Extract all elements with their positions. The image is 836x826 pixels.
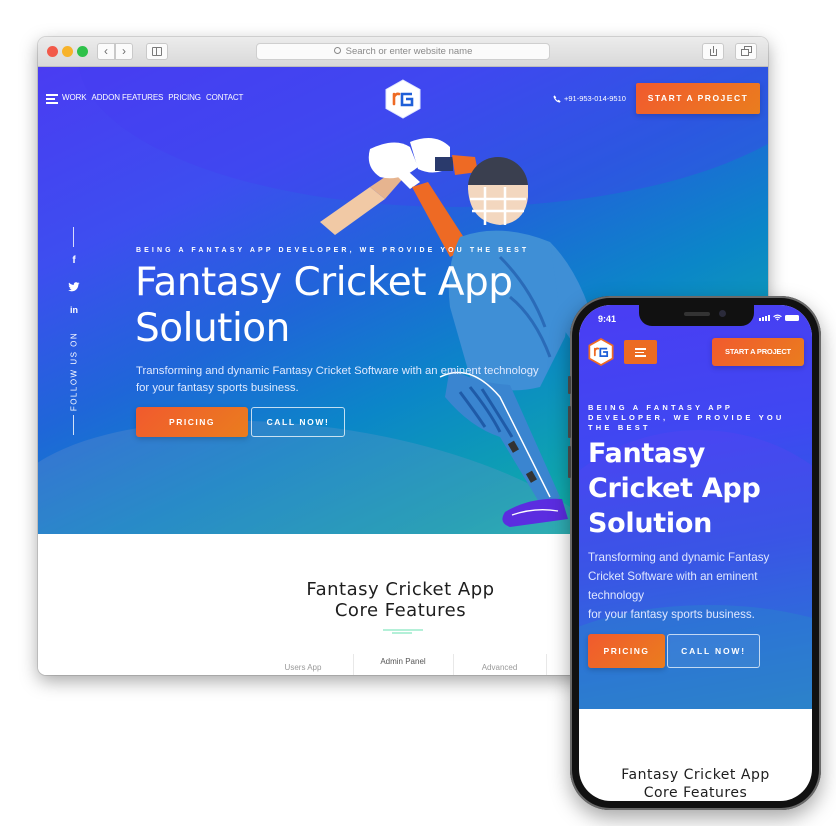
features-title-line: Core Features [334, 600, 467, 621]
title-underline [392, 632, 412, 634]
hero-headline-line: Cricket App [588, 473, 761, 504]
pricing-button[interactable]: PRICING [136, 407, 248, 437]
hero-eyebrow: BEING A FANTASY APP DEVELOPER, WE PROVID… [588, 403, 785, 432]
call-now-button[interactable]: CALL NOW! [251, 407, 345, 437]
address-bar[interactable]: Search or enter website name [256, 43, 550, 60]
features-title-line: Core Features [643, 785, 748, 801]
hero-subtext-line: Transforming and dynamic Fantasy Cricket… [136, 365, 539, 377]
divider [73, 415, 74, 435]
mobile-hero-section: 9:41 START A PROJECT BEING A FANTASY APP… [579, 305, 812, 709]
minimize-window-button[interactable] [62, 46, 73, 57]
hero-headline: Fantasy Cricket App Solution [588, 436, 761, 541]
hero-subtext: Transforming and dynamic Fantasy Cricket… [136, 363, 556, 397]
sidebar-toggle-button[interactable] [146, 43, 168, 60]
chevron-left-icon: ‹ [104, 44, 108, 58]
phone-link[interactable]: +91-953-014-9510 [553, 94, 626, 103]
nav-item-pricing[interactable]: PRICING [168, 93, 201, 102]
sidebar-icon [152, 47, 162, 56]
chevron-right-icon: › [122, 44, 126, 58]
features-title-line: Fantasy Cricket App [306, 579, 495, 600]
hero-headline-line: Fantasy Cricket App [135, 260, 513, 305]
phone-volume-up [568, 406, 571, 438]
tab-advanced[interactable]: Advanced [453, 663, 546, 675]
hero-headline-line: Solution [588, 508, 713, 539]
mockup-stage: ‹ › Search or enter website name WORK AD… [0, 0, 836, 826]
back-button[interactable]: ‹ [97, 43, 115, 60]
tab-users-app[interactable]: Users App [253, 663, 353, 675]
close-window-button[interactable] [47, 46, 58, 57]
pricing-button[interactable]: PRICING [588, 634, 665, 668]
mobile-menu-button[interactable] [624, 340, 657, 364]
maximize-window-button[interactable] [77, 46, 88, 57]
title-underline [383, 629, 423, 631]
start-project-button[interactable]: START A PROJECT [636, 83, 760, 114]
show-tabs-button[interactable] [735, 43, 757, 60]
phone-screen: 9:41 START A PROJECT BEING A FANTASY APP… [579, 305, 812, 801]
signal-icon [759, 315, 770, 321]
status-time: 9:41 [598, 314, 617, 324]
top-nav: WORK ADDON FEATURES PRICING CONTACT [62, 93, 243, 102]
facebook-icon[interactable]: f [64, 255, 84, 266]
hamburger-icon [635, 348, 646, 350]
brand-logo[interactable] [588, 338, 614, 366]
follow-us-label: FOLLOW US ON [69, 331, 79, 412]
phone-volume-down [568, 446, 571, 478]
battery-icon [785, 315, 799, 321]
hero-subtext-line: technology [588, 589, 645, 602]
twitter-icon[interactable] [64, 282, 84, 292]
tab-admin-panel[interactable]: Admin Panel [353, 657, 453, 675]
features-title-line: Fantasy Cricket App [621, 767, 770, 783]
phone-mockup: 9:41 START A PROJECT BEING A FANTASY APP… [568, 296, 821, 810]
hamburger-icon[interactable] [46, 94, 58, 104]
hero-headline-line: Solution [135, 306, 290, 351]
browser-toolbar: ‹ › Search or enter website name [38, 37, 768, 67]
share-button[interactable] [702, 43, 724, 60]
features-title: Fantasy Cricket App Core Features [579, 766, 812, 801]
hero-subtext-line: Cricket Software with an eminent [588, 570, 758, 583]
features-title: Fantasy Cricket App Core Features [238, 579, 563, 621]
feature-tabs: Users App Admin Panel Advanced [253, 654, 553, 675]
hero-subtext: Transforming and dynamic Fantasy Cricket… [588, 548, 803, 624]
linkedin-icon[interactable]: in [64, 305, 84, 315]
phone-notch [639, 305, 754, 326]
hero-subtext-line: for your fantasy sports business. [588, 608, 755, 621]
start-project-button[interactable]: START A PROJECT [712, 338, 804, 366]
phone-number: +91-953-014-9510 [564, 94, 626, 103]
divider [73, 227, 74, 247]
divider [546, 654, 547, 675]
hero-subtext-line: Transforming and dynamic Fantasy [588, 551, 770, 564]
hero-headline: Fantasy Cricket App Solution [135, 260, 513, 352]
address-placeholder: Search or enter website name [345, 46, 473, 57]
phone-mute-switch [568, 376, 571, 394]
hero-headline-line: Fantasy [588, 438, 706, 469]
nav-item-addon-features[interactable]: ADDON FEATURES [92, 93, 164, 102]
social-sidebar: f in FOLLOW US ON [64, 227, 84, 442]
nav-item-contact[interactable]: CONTACT [206, 93, 243, 102]
phone-icon [553, 94, 561, 103]
nav-item-work[interactable]: WORK [62, 93, 87, 102]
hero-subtext-line: for your fantasy sports business. [136, 382, 299, 394]
call-now-button[interactable]: CALL NOW! [667, 634, 760, 668]
hero-eyebrow: BEING A FANTASY APP DEVELOPER, WE PROVID… [136, 247, 530, 254]
forward-button[interactable]: › [115, 43, 133, 60]
status-icons [759, 314, 799, 321]
search-icon [333, 47, 341, 54]
brand-logo[interactable] [384, 79, 422, 119]
wifi-icon [773, 314, 782, 321]
